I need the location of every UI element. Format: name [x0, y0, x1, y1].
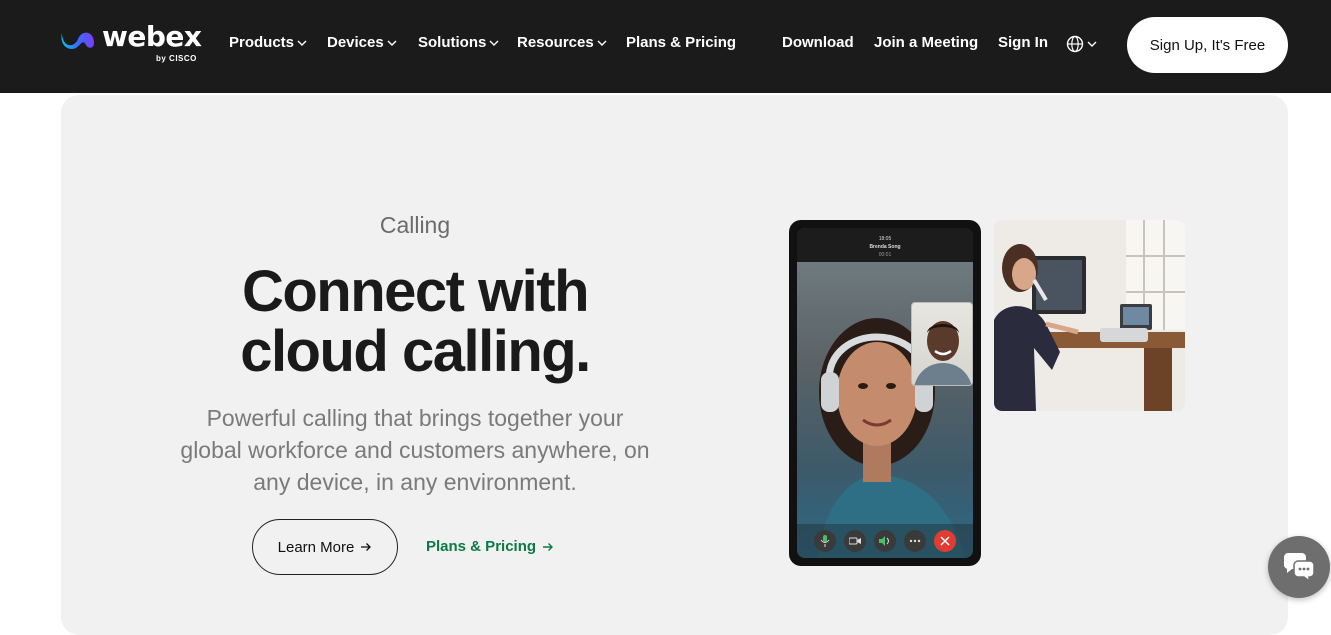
chat-support-button[interactable] — [1268, 536, 1330, 598]
nav-item-devices[interactable]: Devices — [327, 34, 397, 51]
webex-logo-icon — [61, 32, 94, 49]
brand-name: webex — [102, 20, 202, 53]
call-controls-bar — [797, 524, 973, 558]
phone-time: 18:05 — [878, 236, 892, 242]
video-call-pip-feed — [911, 302, 973, 386]
brand-sub: by CISCO — [156, 54, 197, 63]
nav-sign-in[interactable]: Sign In — [998, 34, 1048, 51]
subtitle-line-1: Powerful calling that brings together yo… — [206, 405, 624, 431]
nav-item-label: Resources — [517, 34, 594, 51]
phone-caller-name: Brenda Song — [869, 244, 901, 250]
headline-line-1: Connect with — [241, 259, 590, 324]
nav-item-products[interactable]: Products — [229, 34, 307, 51]
subtitle-line-2: global workforce and customers anywhere,… — [180, 437, 650, 463]
chevron-down-icon — [297, 40, 307, 46]
subtitle-line-3: any device, in any environment. — [253, 469, 577, 495]
woman-on-desk-phone-illustration — [994, 220, 1185, 411]
chat-bubbles-icon — [1284, 553, 1315, 581]
learn-more-button[interactable]: Learn More — [252, 519, 398, 575]
learn-more-label: Learn More — [277, 538, 355, 556]
video-call-main-feed — [797, 262, 973, 558]
top-nav: webex by CISCO Products Devices Solution… — [0, 0, 1331, 93]
language-globe-icon[interactable] — [1066, 34, 1100, 54]
phone-call-duration: 00:01 — [878, 252, 892, 258]
arrow-right-icon — [543, 542, 554, 551]
nav-item-label: Devices — [327, 34, 384, 51]
chevron-down-icon — [387, 40, 397, 46]
nav-item-label: Download — [782, 34, 854, 51]
video-camera-icon[interactable] — [844, 530, 866, 552]
nav-download[interactable]: Download — [782, 34, 854, 51]
sign-up-button[interactable]: Sign Up, It's Free — [1127, 17, 1288, 73]
phone-screen: 18:05 Brenda Song 00:01 — [797, 228, 973, 558]
hero-eyebrow: Calling — [379, 212, 451, 238]
nav-item-label: Plans & Pricing — [626, 34, 737, 51]
arrow-right-icon — [361, 543, 372, 551]
nav-item-label: Products — [229, 34, 295, 51]
man-smiling-illustration — [914, 321, 972, 385]
phone-call-image: 18:05 Brenda Song 00:01 — [789, 220, 981, 566]
nav-item-solutions[interactable]: Solutions — [418, 34, 499, 51]
end-call-icon[interactable] — [934, 530, 956, 552]
speaker-icon[interactable] — [874, 530, 896, 552]
nav-item-label: Join a Meeting — [874, 34, 979, 51]
nav-item-resources[interactable]: Resources — [517, 34, 607, 51]
nav-item-label: Sign In — [998, 34, 1048, 51]
plans-pricing-label: Plans & Pricing — [426, 538, 537, 555]
webex-logo[interactable]: webex by CISCO — [60, 20, 205, 66]
chevron-down-icon — [489, 40, 499, 46]
nav-item-label: Solutions — [418, 34, 487, 51]
phone-call-header: 18:05 Brenda Song 00:01 — [797, 228, 973, 262]
nav-join-meeting[interactable]: Join a Meeting — [874, 34, 978, 51]
nav-item-plans-pricing[interactable]: Plans & Pricing — [626, 34, 736, 51]
hero-headline: Connect with cloud calling. — [0, 262, 830, 382]
chevron-down-icon — [597, 40, 607, 46]
headline-line-2: cloud calling. — [240, 319, 591, 384]
mute-mic-icon[interactable] — [814, 530, 836, 552]
hero-subtitle: Powerful calling that brings together yo… — [0, 402, 830, 498]
more-options-icon[interactable] — [904, 530, 926, 552]
office-desk-phone-image — [994, 220, 1185, 411]
plans-pricing-link[interactable]: Plans & Pricing — [426, 538, 554, 555]
